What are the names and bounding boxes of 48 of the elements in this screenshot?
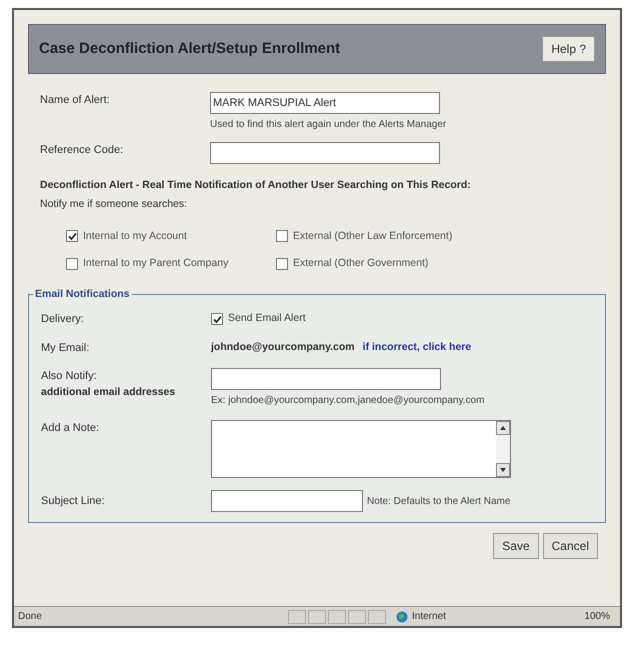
check-icon (212, 314, 222, 324)
scroll-up-icon[interactable] (496, 421, 510, 435)
checkbox[interactable] (276, 230, 288, 242)
checkbox[interactable] (66, 258, 78, 270)
field-label: Delivery: (41, 312, 85, 327)
field-sublabel: additional email addresses (41, 384, 176, 400)
help-button[interactable]: Help ? (542, 36, 595, 62)
dialog-button[interactable]: Save (493, 533, 539, 559)
field-label: Add a Note: (41, 421, 100, 436)
email-address: johndoe@yourcompany.com (211, 340, 355, 355)
checkbox-label: External (Other Law Enforcement) (293, 228, 452, 244)
alert-name-field[interactable]: MARK MARSUPIAL Alert (210, 92, 440, 114)
status-pane (348, 610, 366, 624)
checkbox-label: External (Other Government) (293, 256, 428, 272)
dialog-button[interactable]: Cancel (542, 533, 598, 559)
check-icon (68, 232, 76, 241)
zoom-level[interactable]: 100% (584, 609, 610, 624)
field-hint: Used to find this alert again under the Alerts Manager (210, 118, 446, 132)
checkbox[interactable] (66, 230, 78, 242)
section-heading: Deconfliction Alert - Real Time Notification of Another User Searching on This Record: (40, 178, 472, 193)
globe-icon (396, 610, 408, 622)
status-pane (328, 610, 346, 624)
note-field[interactable] (211, 420, 511, 478)
zone-text: Internet (412, 610, 447, 624)
subject-line-field[interactable] (211, 490, 363, 512)
section-subheading: Notify me if someone searches: (40, 196, 188, 212)
status-pane (368, 610, 386, 624)
checkbox[interactable] (276, 258, 288, 270)
also-notify-field[interactable] (211, 368, 441, 390)
scrollbar[interactable] (496, 421, 510, 477)
field-label: Also Notify: (41, 369, 98, 384)
status-pane (288, 610, 306, 624)
reference-code-field[interactable] (210, 142, 440, 164)
field-hint: Ex: johndoe@yourcompany.com,janedoe@yourcompany.com (211, 394, 484, 408)
checkbox-label: Internal to my Account (83, 228, 187, 244)
field-label: My Email: (41, 340, 90, 356)
field-label: Subject Line: (41, 494, 106, 509)
scroll-down-icon[interactable] (496, 463, 510, 477)
status-pane (308, 610, 326, 624)
status-text: Done (18, 610, 43, 624)
field-label: Name of Alert: (40, 93, 111, 108)
checkbox-label: Internal to my Parent Company (83, 256, 228, 272)
checkbox-label: Send Email Alert (228, 311, 306, 326)
checkbox[interactable] (211, 313, 223, 326)
incorrect-email-link[interactable]: if incorrect, click here (362, 340, 472, 356)
dialog-title: Case Deconfliction Alert/Setup Enrollment (39, 38, 340, 59)
field-hint: Note: Defaults to the Alert Name (367, 494, 510, 508)
field-label: Reference Code: (40, 143, 124, 158)
